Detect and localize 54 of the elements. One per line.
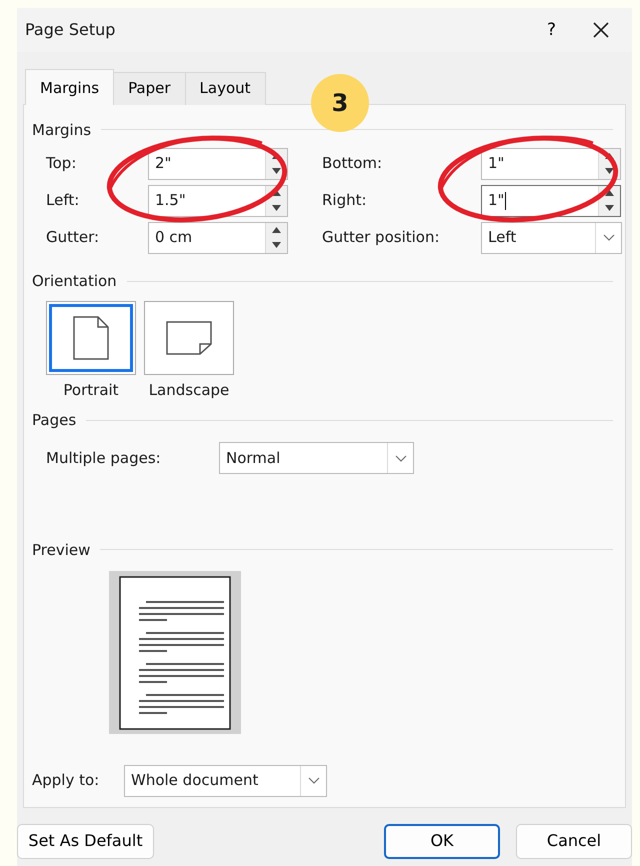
group-heading: Orientation [32,271,117,292]
down-arrow-icon [605,168,614,174]
down-arrow-icon [272,168,281,174]
window-title: Page Setup [25,19,116,41]
field-label: Left: [45,190,80,212]
help-button[interactable]: ? [536,22,566,38]
field-value: Whole document [131,770,258,792]
tab[interactable]: Paper [113,72,186,104]
tab[interactable]: Margins [25,69,114,104]
group-heading: Preview [32,540,90,560]
dialog-button[interactable]: OK [384,824,500,858]
orientation-option[interactable] [46,300,136,374]
dialog-button[interactable]: Cancel [516,824,632,858]
landscape-page-icon [166,320,212,354]
chevron-down-icon [308,777,320,784]
option-label: Portrait [63,380,119,400]
tab[interactable]: Layout [184,72,266,104]
up-arrow-icon [272,190,281,196]
field-value: 0 cm [155,227,192,248]
field-value: Normal [226,448,280,469]
field-value: 1" [488,190,504,212]
portrait-page-icon [73,316,109,360]
chevron-down-icon [394,454,406,462]
down-arrow-icon [272,242,281,248]
field-value: Left [488,227,516,248]
dropdown[interactable]: Left [481,222,622,254]
field-value: 1" [488,153,504,174]
group-heading: Pages [32,410,76,431]
field-label: Gutter: [45,227,100,248]
text-cursor [505,192,506,210]
chevron-down-icon [602,234,614,241]
spin-field[interactable]: 1" [481,184,621,216]
spin-field[interactable]: 1.5" [148,184,288,216]
field-value: 1.5" [155,190,186,212]
dropdown[interactable]: Whole document [124,764,327,796]
field-label: Gutter position: [321,227,441,248]
field-label: Bottom: [321,153,384,174]
close-icon [592,21,610,39]
option-label: Landscape [148,380,230,400]
dropdown[interactable]: Normal [219,442,414,474]
field-value: 2" [155,153,172,174]
orientation-option[interactable] [144,300,234,374]
group-heading: Margins [32,120,92,140]
up-arrow-icon [272,227,281,233]
dialog-button[interactable]: Set As Default [17,824,154,858]
down-arrow-icon [272,205,281,211]
field-label: Top: [45,153,78,174]
field-label: Multiple pages: [45,448,162,469]
field-label: Right: [321,190,368,212]
step-number-badge: 3 [311,74,369,132]
down-arrow-icon [605,205,614,211]
spin-field[interactable]: 0 cm [148,222,288,254]
up-arrow-icon [605,190,614,196]
field-label: Apply to: [32,770,100,792]
